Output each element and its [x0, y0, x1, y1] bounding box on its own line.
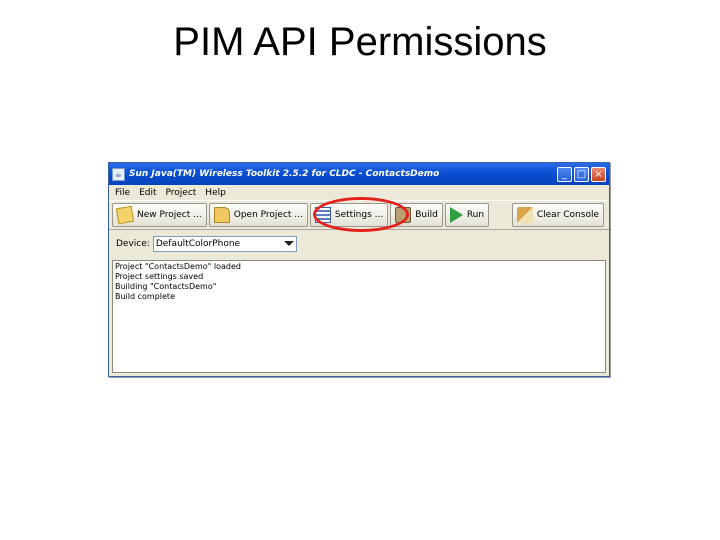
menubar: File Edit Project Help: [109, 185, 609, 200]
window-titlebar[interactable]: ☕ Sun Java(TM) Wireless Toolkit 2.5.2 fo…: [109, 163, 609, 185]
clear-console-label: Clear Console: [536, 210, 599, 220]
new-project-button[interactable]: New Project ...: [112, 203, 207, 227]
settings-button[interactable]: Settings ...: [309, 203, 389, 227]
build-icon: [395, 207, 412, 223]
app-icon: ☕: [112, 167, 125, 181]
menu-help[interactable]: Help: [205, 188, 226, 198]
menu-project[interactable]: Project: [166, 188, 197, 198]
console-line: Project "ContactsDemo" loaded: [115, 262, 241, 271]
toolkit-window: ☕ Sun Java(TM) Wireless Toolkit 2.5.2 fo…: [108, 162, 610, 377]
console-line: Project settings saved: [115, 272, 204, 281]
run-label: Run: [466, 210, 485, 220]
new-project-icon: [115, 205, 135, 225]
open-folder-icon: [213, 207, 230, 223]
run-button[interactable]: Run: [444, 203, 490, 227]
chevron-down-icon[interactable]: [282, 237, 296, 251]
slide-title: PIM API Permissions: [173, 20, 547, 64]
menu-file[interactable]: File: [115, 188, 130, 198]
run-icon: [449, 207, 463, 223]
broom-icon: [516, 207, 533, 223]
settings-icon: [314, 207, 331, 223]
console-line: Build complete: [115, 292, 175, 301]
menu-edit[interactable]: Edit: [139, 188, 156, 198]
close-button[interactable]: ×: [591, 166, 606, 182]
window-title: Sun Java(TM) Wireless Toolkit 2.5.2 for …: [129, 169, 440, 179]
device-select[interactable]: DefaultColorPhone: [152, 235, 297, 252]
device-row: Device: DefaultColorPhone: [109, 230, 609, 257]
console-output[interactable]: Project "ContactsDemo" loaded Project se…: [112, 260, 606, 373]
new-project-label: New Project ...: [137, 210, 202, 220]
maximize-button[interactable]: □: [574, 166, 589, 182]
build-label: Build: [415, 210, 438, 220]
console-line: Building "ContactsDemo": [115, 282, 217, 291]
minimize-button[interactable]: _: [557, 166, 572, 182]
open-project-label: Open Project ...: [233, 210, 303, 220]
open-project-button[interactable]: Open Project ...: [208, 203, 308, 227]
device-label: Device:: [116, 238, 150, 249]
device-selected-value: DefaultColorPhone: [155, 238, 241, 249]
clear-console-button[interactable]: Clear Console: [511, 203, 604, 227]
build-button[interactable]: Build: [390, 203, 443, 227]
toolbar: New Project ... Open Project ... Setting…: [109, 200, 609, 230]
settings-label: Settings ...: [334, 210, 384, 220]
